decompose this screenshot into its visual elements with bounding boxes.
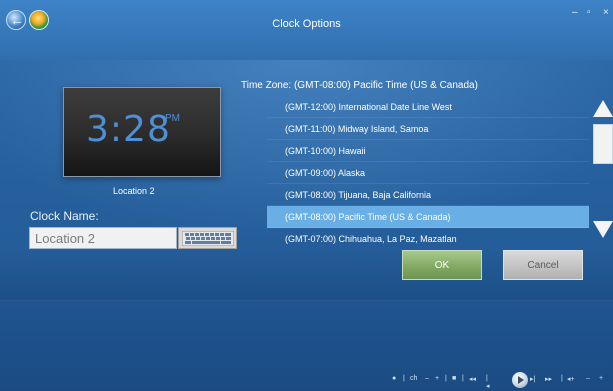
ok-button[interactable]: OK xyxy=(402,250,482,280)
channel-label: ch xyxy=(410,375,418,382)
volume-up-icon[interactable]: + xyxy=(599,375,603,382)
clock-name-input[interactable] xyxy=(29,227,177,249)
time-zone-header: Time Zone: (GMT-08:00) Pacific Time (US … xyxy=(241,80,478,91)
time-zone-item[interactable]: (GMT-07:00) Chihuahua, La Paz, Mazatlan xyxy=(267,228,589,246)
clock-ampm: PM xyxy=(165,113,180,124)
separator: | xyxy=(561,375,563,382)
keyboard-button[interactable] xyxy=(178,227,237,249)
scroll-up-icon[interactable] xyxy=(593,98,613,118)
time-zone-item[interactable]: (GMT-12:00) International Date Line West xyxy=(267,96,589,118)
window-title: Clock Options xyxy=(272,18,341,30)
channel-up-icon[interactable]: + xyxy=(435,375,439,382)
close-button[interactable]: × xyxy=(603,7,609,18)
play-button[interactable] xyxy=(512,372,528,388)
time-zone-list[interactable]: (GMT-12:00) International Date Line West… xyxy=(267,96,589,246)
maximize-button[interactable]: ▫ xyxy=(587,7,591,18)
separator: | xyxy=(462,375,464,382)
keyboard-icon xyxy=(182,231,234,246)
scroll-down-icon[interactable] xyxy=(593,220,613,240)
time-zone-item[interactable]: (GMT-10:00) Hawaii xyxy=(267,140,589,162)
time-zone-item[interactable]: (GMT-09:00) Alaska xyxy=(267,162,589,184)
time-zone-item[interactable]: (GMT-08:00) Tijuana, Baja California xyxy=(267,184,589,206)
time-zone-item[interactable]: (GMT-11:00) Midway Island, Samoa xyxy=(267,118,589,140)
time-zone-item-selected[interactable]: (GMT-08:00) Pacific Time (US & Canada) xyxy=(267,206,589,228)
title-bar xyxy=(0,0,613,60)
separator: | xyxy=(445,375,447,382)
record-icon[interactable]: ● xyxy=(392,375,396,382)
separator: | xyxy=(403,375,405,382)
minimize-button[interactable]: – xyxy=(572,7,578,18)
fast-forward-icon[interactable]: ▸▸ xyxy=(545,375,552,383)
clock-time: 3:28 xyxy=(86,109,171,150)
mute-icon[interactable]: ◂+ xyxy=(567,375,575,383)
stop-icon[interactable]: ■ xyxy=(452,375,456,382)
skip-back-icon[interactable]: |◂ xyxy=(486,375,490,390)
clock-name-label: Clock Name: xyxy=(30,209,99,223)
volume-down-icon[interactable]: – xyxy=(586,375,590,382)
clock-location-caption: Location 2 xyxy=(113,186,155,196)
channel-down-icon[interactable]: – xyxy=(425,375,429,382)
skip-forward-icon[interactable]: ▸| xyxy=(530,375,535,383)
scrollbar-thumb[interactable] xyxy=(593,124,613,164)
cancel-button[interactable]: Cancel xyxy=(503,250,583,280)
rewind-icon[interactable]: ◂◂ xyxy=(469,375,476,383)
